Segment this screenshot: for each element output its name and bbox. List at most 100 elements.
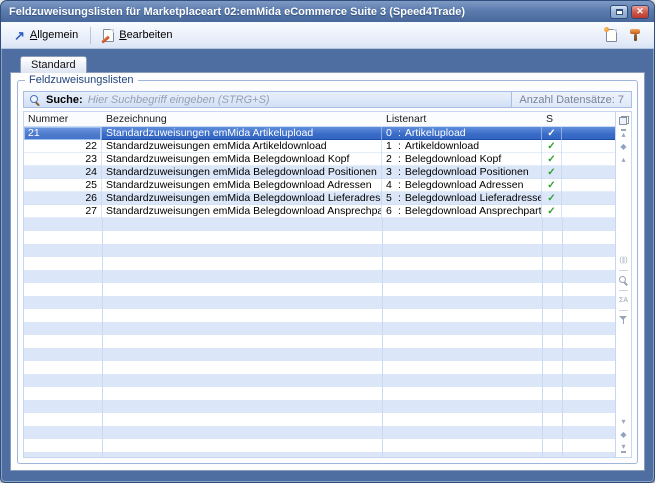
cell-nummer: 21 [24,127,102,140]
toolbar-left: ↗ Allgemein Bearbeiten [8,26,178,45]
column-header-s[interactable]: S [542,113,562,125]
cell-listenart: 3:Belegdownload Positionen [382,166,542,179]
column-header-nummer[interactable]: Nummer [24,113,102,125]
grid-rows: 21Standardzuweisungen emMida Artikeluplo… [24,127,615,457]
search-button[interactable] [617,274,631,287]
table-row[interactable]: 25Standardzuweisungen emMida Belegdownlo… [24,179,615,192]
content-panel: Feldzuweisungslisten Suche: Hier Suchbeg… [10,72,645,471]
row-up-button[interactable]: ▴ [617,153,631,166]
column-header-listenart[interactable]: Listenart [382,113,542,125]
best-fit-button[interactable]: (∥) [617,254,631,267]
cell-bezeichnung: Standardzuweisungen emMida Artikeldownlo… [102,140,382,153]
table-row[interactable]: 27Standardzuweisungen emMida Belegdownlo… [24,205,615,218]
cell-bezeichnung: Standardzuweisungen emMida Belegdownload… [102,166,382,179]
listenart-label: Belegdownload Positionen [405,166,529,179]
close-button[interactable]: ✕ [631,5,649,19]
listenart-label: Artikeldownload [405,140,479,153]
table-row[interactable]: 24Standardzuweisungen emMida Belegdownlo… [24,166,615,179]
listenart-number: 2 [386,153,398,166]
collapse-to-bottom-icon: ▾ [621,443,625,453]
cell-listenart: 1: Artikeldownload [382,140,542,153]
tab-standard[interactable]: Standard [20,56,87,73]
row-down-button[interactable]: ▾ [617,415,631,428]
checkmark-icon: ✓ [547,193,555,204]
search-input[interactable]: Hier Suchbegriff eingeben (STRG+S) [88,94,507,106]
cell-extra [562,179,615,192]
cell-bezeichnung: Standardzuweisungen emMida Artikelupload [102,127,382,140]
listenart-label: Belegdownload Kopf [405,153,501,166]
filter-icon [619,316,628,325]
checkmark-icon: ✓ [547,206,555,217]
search-label: Suche: [46,94,83,106]
copy-pages-button[interactable] [617,114,631,127]
table-row[interactable]: 23Standardzuweisungen emMida Belegdownlo… [24,153,615,166]
cell-extra [562,127,615,140]
listenart-number: 5 [386,192,398,205]
grid-empty-area [24,218,615,457]
app-window: Feldzuweisungslisten für Marketplaceart … [0,0,655,483]
cell-listenart: 6:Belegdownload Ansprechpartner [382,205,542,218]
grid-navigator: ▴ ◆ ▴ (∥) ΣA ▾ ◆ ▾ [615,112,631,457]
column-header-bezeichnung[interactable]: Bezeichnung [102,113,382,125]
toolbar-button-label: Bearbeiten [119,29,172,41]
cell-status: ✓ [542,205,562,218]
cell-status: ✓ [542,153,562,166]
toolbar-right [599,25,647,46]
table-row[interactable]: 21Standardzuweisungen emMida Artikeluplo… [24,127,615,140]
sum-button[interactable]: ΣA [617,294,631,307]
tab-bar: Standard [10,56,645,72]
listenart-number: 4 [386,179,398,192]
navigator-separator [619,270,628,271]
listenart-label: Belegdownload Ansprechpartner [405,205,542,218]
search-icon [619,276,629,286]
table-row[interactable]: 26Standardzuweisungen emMida Belegdownlo… [24,192,615,205]
groupbox-feldzuweisungslisten: Feldzuweisungslisten Suche: Hier Suchbeg… [17,80,638,464]
column-gridline [562,218,563,457]
navigator-separator [619,290,628,291]
checkmark-icon: ✓ [547,141,555,152]
listenart-colon: : [398,153,401,166]
cell-status: ✓ [542,127,562,140]
cell-nummer: 26 [24,192,102,205]
new-page-icon [606,29,617,42]
cell-listenart: 4:Belegdownload Adressen [382,179,542,192]
collapse-to-top-button[interactable]: ▴ [617,127,631,140]
search-bar: Suche: Hier Suchbegriff eingeben (STRG+S… [23,91,632,108]
arrow-up-right-icon: ↗ [14,29,25,42]
cell-nummer: 23 [24,153,102,166]
cell-bezeichnung: Standardzuweisungen emMida Belegdownload… [102,179,382,192]
titlebar[interactable]: Feldzuweisungslisten für Marketplaceart … [1,1,654,22]
listenart-number: 6 [386,205,398,218]
row-up-icon: ▴ [621,156,625,164]
checkmark-icon: ✓ [547,154,555,165]
page-up-icon: ◆ [620,143,626,151]
client-area: Standard Feldzuweisungslisten Suche: Hie… [1,49,654,482]
grid-main: NummerBezeichnungListenartS 21Standardzu… [24,112,615,457]
listenart-number: 1 [386,140,398,153]
new-page-button[interactable] [599,25,623,46]
toolbar-bearbeiten-button[interactable]: Bearbeiten [97,26,178,45]
cell-listenart: 2: Belegdownload Kopf [382,153,542,166]
cell-extra [562,192,615,205]
page-down-button[interactable]: ◆ [617,428,631,441]
checkmark-icon: ✓ [547,128,555,139]
page-down-icon: ◆ [620,431,626,439]
toolbar-button-label: Allgemein [30,29,78,41]
cell-bezeichnung: Standardzuweisungen emMida Belegdownload… [102,205,382,218]
filter-button[interactable] [617,314,631,327]
listenart-colon: : [398,140,401,153]
collapse-to-bottom-button[interactable]: ▾ [617,441,631,454]
toolbar-allgemein-button[interactable]: ↗ Allgemein [8,26,84,45]
copy-pages-icon [619,116,629,125]
column-gridline [102,218,103,457]
checkmark-icon: ✓ [547,167,555,178]
page-up-button[interactable]: ◆ [617,140,631,153]
table-row[interactable]: 22Standardzuweisungen emMida Artikeldown… [24,140,615,153]
collapse-to-top-icon: ▴ [621,129,625,139]
cell-bezeichnung: Standardzuweisungen emMida Belegdownload… [102,153,382,166]
cell-status: ✓ [542,140,562,153]
toolbar: ↗ Allgemein Bearbeiten [1,22,654,49]
maximize-button[interactable] [610,5,628,19]
cell-listenart: 0:Artikelupload [382,127,542,140]
hammer-button[interactable] [623,25,647,46]
